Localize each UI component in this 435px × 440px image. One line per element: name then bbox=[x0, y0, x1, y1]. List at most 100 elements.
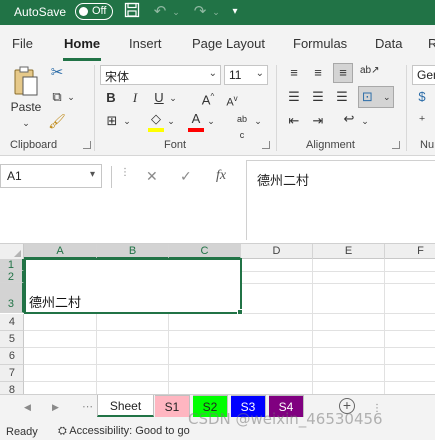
format-painter-icon[interactable]: 🖌 bbox=[48, 113, 66, 129]
column-header-a[interactable]: A bbox=[24, 244, 97, 259]
clipboard-group-label: Clipboard bbox=[10, 139, 58, 151]
row-header-4[interactable]: 4 bbox=[0, 314, 24, 331]
sheet-tab-s1[interactable]: S1 bbox=[155, 395, 190, 417]
borders-dropdown-icon[interactable]: ⌄ bbox=[122, 113, 132, 129]
row-header-3[interactable]: 3 bbox=[0, 283, 24, 313]
borders-icon[interactable]: ⊞ bbox=[104, 113, 120, 129]
group-divider bbox=[94, 65, 95, 151]
font-size-select[interactable]: 11 ⌄ bbox=[224, 65, 268, 85]
cancel-icon[interactable]: ✕ bbox=[146, 168, 158, 185]
font-color-dropdown-icon[interactable]: ⌄ bbox=[206, 113, 216, 129]
formula-input[interactable]: 德州二村 bbox=[246, 160, 435, 240]
phonetic-icon[interactable]: ab c bbox=[232, 111, 252, 143]
more-sheets-icon[interactable]: ⋯ bbox=[82, 400, 93, 413]
merge-center-button[interactable]: ⊡ ⌄ bbox=[358, 86, 394, 108]
autosave-toggle[interactable]: Off bbox=[75, 3, 113, 20]
align-center-icon[interactable]: ☰ bbox=[310, 89, 326, 105]
wrap-text-icon[interactable]: ↩ bbox=[340, 111, 358, 127]
column-header-f[interactable]: F bbox=[385, 244, 435, 259]
name-box[interactable]: A1 ▾ bbox=[0, 164, 102, 188]
phonetic-dropdown-icon[interactable]: ⌄ bbox=[253, 113, 263, 129]
cut-icon[interactable]: ✂ bbox=[48, 65, 66, 81]
paste-dropdown-icon[interactable]: ⌄ bbox=[18, 115, 34, 131]
tab-home[interactable]: Home bbox=[64, 36, 100, 51]
row-header-2[interactable]: 2 bbox=[0, 271, 24, 283]
select-all-button[interactable] bbox=[0, 244, 24, 259]
increase-indent-icon[interactable]: ⇥ bbox=[310, 113, 326, 129]
gridline bbox=[24, 330, 435, 331]
column-header-c[interactable]: C bbox=[169, 244, 241, 259]
copy-dropdown-icon[interactable]: ⌄ bbox=[66, 89, 76, 105]
font-size-value: 11 bbox=[229, 68, 242, 82]
group-divider bbox=[276, 65, 277, 151]
accessibility-status[interactable]: ⛭ Accessibility: Good to go bbox=[58, 425, 190, 438]
paste-icon[interactable] bbox=[12, 65, 40, 99]
cell-value: 德州二村 bbox=[29, 296, 82, 311]
number-format-select[interactable]: Gen bbox=[412, 65, 435, 85]
underline-dropdown-icon[interactable]: ⌄ bbox=[168, 90, 178, 106]
undo-icon[interactable]: ↶ bbox=[150, 2, 170, 22]
alignment-launcher-icon[interactable] bbox=[392, 141, 400, 149]
fill-color-swatch bbox=[148, 128, 164, 132]
wrap-dropdown-icon[interactable]: ⌄ bbox=[360, 113, 370, 129]
insert-function-icon[interactable]: fx bbox=[216, 168, 226, 184]
decrease-font-icon[interactable]: Av bbox=[222, 91, 242, 111]
redo-dropdown-icon[interactable]: ⌄ bbox=[210, 2, 222, 22]
gridline bbox=[24, 364, 435, 365]
merged-cell-a1-c3[interactable]: 德州二村 bbox=[24, 258, 242, 314]
align-right-icon[interactable]: ☰ bbox=[334, 89, 350, 105]
copy-icon[interactable]: ⧉ bbox=[48, 89, 66, 105]
accessibility-icon: ⛭ bbox=[58, 425, 67, 437]
increase-font-icon[interactable]: A^ bbox=[198, 89, 218, 108]
accessibility-label: Accessibility: Good to go bbox=[69, 425, 190, 437]
row-header-8[interactable]: 8 bbox=[0, 382, 24, 394]
scroll-right-icon[interactable]: ▶ bbox=[52, 402, 59, 413]
tab-file[interactable]: File bbox=[12, 36, 33, 51]
paste-label[interactable]: Paste bbox=[10, 99, 42, 115]
align-top-icon[interactable]: ≡ bbox=[286, 65, 302, 81]
gridline bbox=[312, 259, 313, 394]
row-header-1[interactable]: 1 bbox=[0, 259, 24, 271]
redo-icon[interactable]: ↷ bbox=[190, 2, 210, 22]
chevron-down-icon: ▾ bbox=[89, 169, 95, 180]
fill-color-icon[interactable]: ◇ bbox=[148, 111, 164, 127]
enter-icon[interactable]: ✓ bbox=[180, 168, 192, 185]
row-header-5[interactable]: 5 bbox=[0, 331, 24, 348]
decrease-indent-icon[interactable]: ⇤ bbox=[286, 113, 302, 129]
bold-icon[interactable]: B bbox=[104, 90, 118, 106]
tab-page-layout[interactable]: Page Layout bbox=[192, 36, 265, 51]
decimal-icon[interactable]: ⁺ bbox=[414, 113, 430, 129]
align-bottom-icon[interactable]: ≡ bbox=[333, 63, 353, 83]
scroll-left-icon[interactable]: ◀ bbox=[24, 402, 31, 413]
undo-dropdown-icon[interactable]: ⌄ bbox=[170, 2, 182, 22]
row-header-7[interactable]: 7 bbox=[0, 365, 24, 382]
row-header-6[interactable]: 6 bbox=[0, 348, 24, 365]
gridline bbox=[384, 259, 385, 394]
sheet-tab-sheet[interactable]: Sheet bbox=[97, 395, 154, 417]
column-header-d[interactable]: D bbox=[241, 244, 313, 259]
ribbon-tabs: File Home Insert Page Layout Formulas Da… bbox=[0, 25, 435, 61]
clipboard-launcher-icon[interactable] bbox=[83, 141, 91, 149]
underline-icon[interactable]: U bbox=[152, 90, 166, 106]
tab-insert[interactable]: Insert bbox=[129, 36, 162, 51]
status-ready: Ready bbox=[6, 426, 38, 438]
save-icon[interactable] bbox=[122, 2, 142, 22]
align-middle-icon[interactable]: ≡ bbox=[310, 65, 326, 81]
column-header-b[interactable]: B bbox=[97, 244, 169, 259]
tab-formulas[interactable]: Formulas bbox=[293, 36, 347, 51]
column-header-e[interactable]: E bbox=[313, 244, 385, 259]
italic-icon[interactable]: I bbox=[128, 90, 142, 106]
align-left-icon[interactable]: ☰ bbox=[286, 89, 302, 105]
spreadsheet-grid[interactable]: A B C D E F 1 2 3 4 5 6 7 8 德州二村 bbox=[0, 244, 435, 394]
customize-toolbar-icon[interactable]: ▾ bbox=[228, 2, 242, 22]
chevron-down-icon: ⌄ bbox=[383, 92, 391, 102]
tab-data[interactable]: Data bbox=[375, 36, 402, 51]
tab-review[interactable]: R bbox=[428, 36, 435, 51]
font-name-select[interactable]: 宋体 ⌄ bbox=[100, 65, 221, 85]
fill-handle[interactable] bbox=[237, 309, 243, 315]
currency-icon[interactable]: $ bbox=[414, 89, 430, 105]
text-orientation-icon[interactable]: ab↗ bbox=[360, 63, 380, 79]
font-color-icon[interactable]: A bbox=[188, 111, 204, 127]
font-launcher-icon[interactable] bbox=[262, 141, 270, 149]
fill-color-dropdown-icon[interactable]: ⌄ bbox=[166, 113, 176, 129]
